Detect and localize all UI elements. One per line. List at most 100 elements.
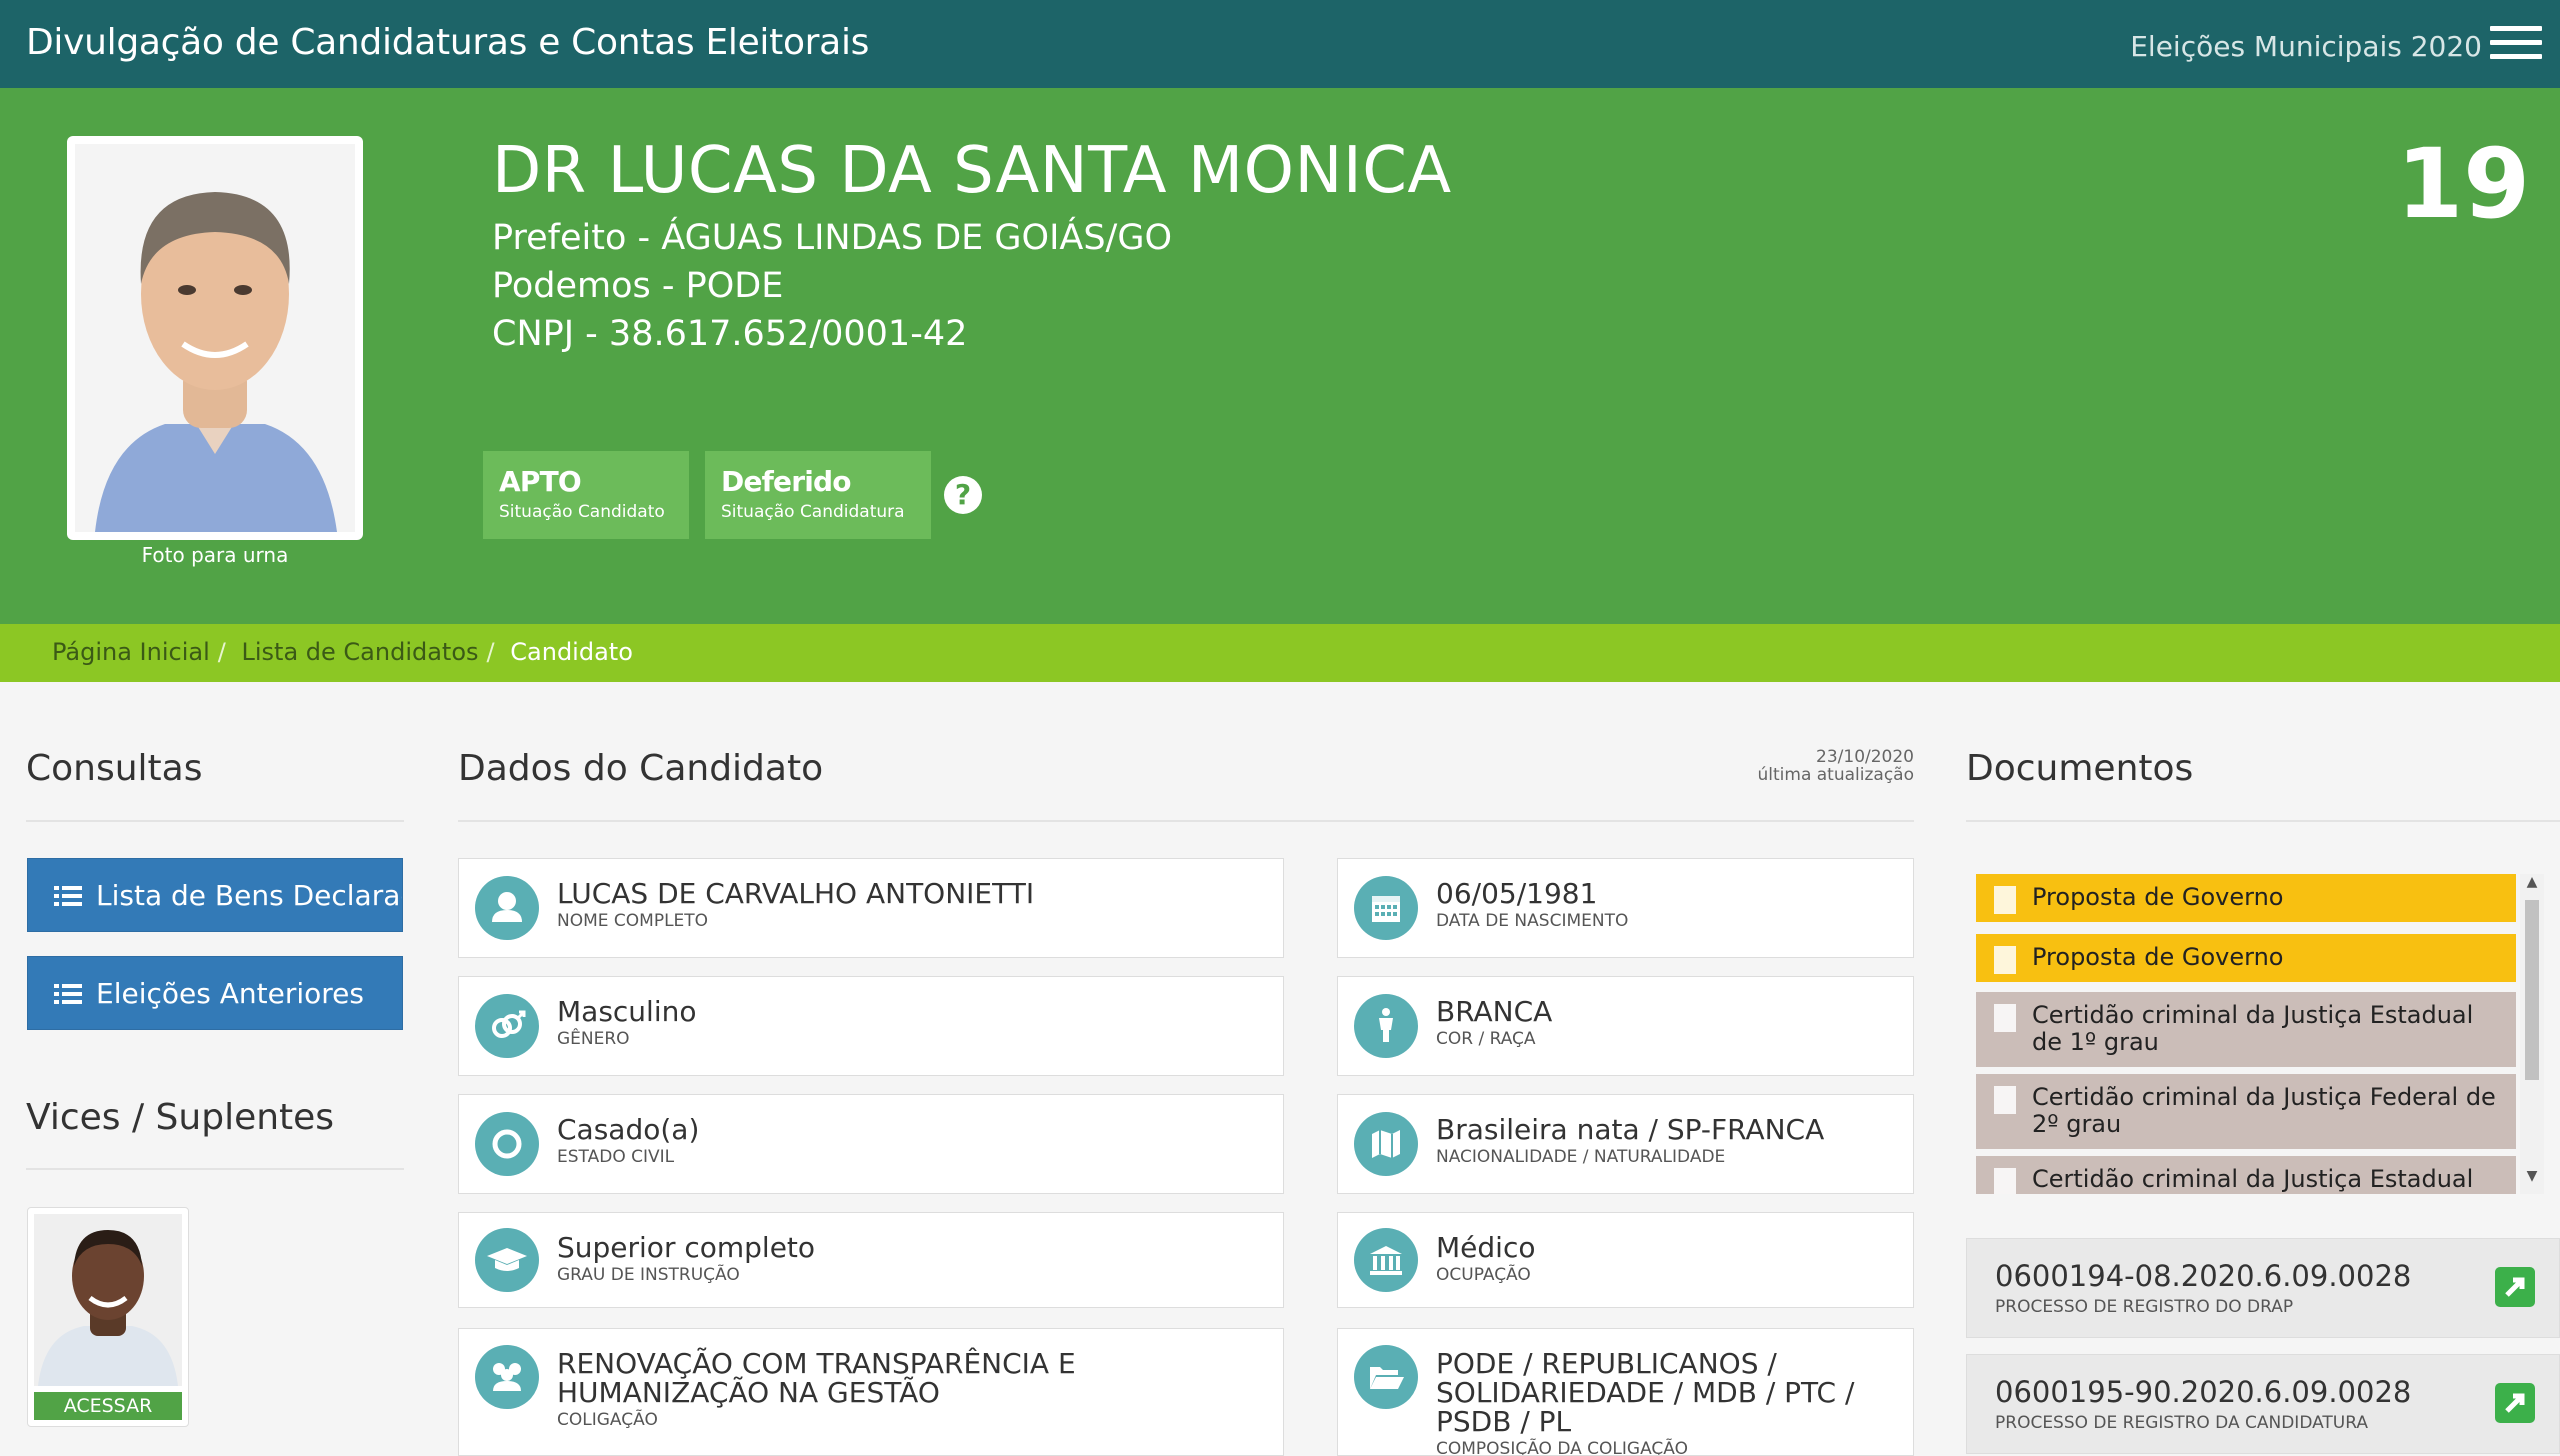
candidate-party: Podemos - PODE <box>492 266 784 306</box>
field-marital-status: Casado(a) ESTADO CIVIL <box>458 1094 1284 1194</box>
file-icon <box>1994 1004 2016 1032</box>
field-value: LUCAS DE CARVALHO ANTONIETTI <box>557 877 1035 910</box>
hamburger-menu-icon[interactable] <box>2490 26 2542 60</box>
status-label: Situação Candidatura <box>721 502 905 522</box>
list-icon <box>54 984 82 1004</box>
help-icon[interactable]: ? <box>944 476 982 514</box>
vice-candidate-card[interactable]: ACESSAR <box>27 1207 189 1427</box>
button-label: Eleições Anteriores <box>96 977 364 1010</box>
field-education: Superior completo GRAU DE INSTRUÇÃO <box>458 1212 1284 1308</box>
person-icon <box>1354 994 1418 1058</box>
gender-icon <box>475 994 539 1058</box>
candidate-name: DR LUCAS DA SANTA MONICA <box>492 134 1452 208</box>
field-nationality: Brasileira nata / SP-FRANCA NACIONALIDADE… <box>1337 1094 1914 1194</box>
document-title: Proposta de Governo <box>2032 883 2284 911</box>
document-title: Certidão criminal da Justiça Estadual de… <box>2032 1001 2474 1056</box>
field-coalition: RENOVAÇÃO COM TRANSPARÊNCIA E HUMANIZAÇÃ… <box>458 1328 1284 1456</box>
field-value: PODE / REPUBLICANOS / SOLIDARIEDADE / MD… <box>1436 1347 1855 1438</box>
previous-elections-button[interactable]: Eleições Anteriores <box>27 956 403 1030</box>
field-label: NACIONALIDADE / NATURALIDADE <box>1436 1147 1726 1167</box>
group-icon <box>475 1345 539 1409</box>
breadcrumb-home[interactable]: Página Inicial <box>52 638 210 666</box>
file-icon <box>1994 886 2016 914</box>
section-title-dados: Dados do Candidato <box>458 748 824 789</box>
section-title-consultas: Consultas <box>26 748 203 789</box>
field-label: ESTADO CIVIL <box>557 1147 675 1167</box>
field-label: NOME COMPLETO <box>557 911 709 931</box>
map-icon <box>1354 1112 1418 1176</box>
process-label: PROCESSO DE REGISTRO DO DRAP <box>1995 1297 2294 1317</box>
document-item[interactable]: Certidão criminal da Justiça Federal de … <box>1976 1074 2516 1149</box>
vice-access-button[interactable]: ACESSAR <box>34 1392 182 1420</box>
status-label: Situação Candidato <box>499 502 665 522</box>
field-value: Casado(a) <box>557 1113 700 1146</box>
scrollbar-thumb[interactable] <box>2525 900 2539 1080</box>
field-label: COR / RAÇA <box>1436 1029 1536 1049</box>
status-badge-candidacy: Deferido Situação Candidatura <box>705 451 931 539</box>
external-link-icon[interactable] <box>2495 1267 2535 1307</box>
process-drap[interactable]: 0600194-08.2020.6.09.0028 PROCESSO DE RE… <box>1966 1238 2560 1338</box>
field-label: OCUPAÇÃO <box>1436 1265 1531 1285</box>
institution-icon <box>1354 1228 1418 1292</box>
field-value: BRANCA <box>1436 995 1553 1028</box>
process-candidacy[interactable]: 0600195-90.2020.6.09.0028 PROCESSO DE RE… <box>1966 1354 2560 1454</box>
scroll-up-icon[interactable]: ▲ <box>2523 874 2541 890</box>
field-label: COLIGAÇÃO <box>557 1410 658 1430</box>
document-title: Certidão criminal da Justiça Estadual de… <box>2032 1165 2474 1195</box>
section-title-vices: Vices / Suplentes <box>26 1097 335 1138</box>
document-item[interactable]: Proposta de Governo <box>1976 874 2516 922</box>
document-title: Proposta de Governo <box>2032 943 2284 971</box>
site-title[interactable]: Divulgação de Candidaturas e Contas Elei… <box>26 22 869 63</box>
declared-assets-button[interactable]: Lista de Bens Declarados <box>27 858 403 932</box>
ring-icon <box>475 1112 539 1176</box>
document-item[interactable]: Certidão criminal da Justiça Estadual de… <box>1976 992 2516 1067</box>
calendar-icon <box>1354 876 1418 940</box>
document-item[interactable]: Proposta de Governo <box>1976 934 2516 982</box>
field-label: GRAU DE INSTRUÇÃO <box>557 1265 740 1285</box>
button-label: Lista de Bens Declarados <box>96 879 402 912</box>
election-label: Eleições Municipais 2020 <box>2130 30 2482 63</box>
status-value: APTO <box>499 465 582 498</box>
graduation-cap-icon <box>475 1228 539 1292</box>
scroll-down-icon[interactable]: ▼ <box>2523 1168 2541 1184</box>
file-icon <box>1994 946 2016 974</box>
field-occupation: Médico OCUPAÇÃO <box>1337 1212 1914 1308</box>
candidate-photo <box>67 136 363 540</box>
document-item[interactable]: Certidão criminal da Justiça Estadual de… <box>1976 1156 2516 1194</box>
last-update-label: última atualização <box>1757 765 1915 785</box>
field-full-name: LUCAS DE CARVALHO ANTONIETTI NOME COMPLET… <box>458 858 1284 958</box>
field-birth-date: 06/05/1981 DATA DE NASCIMENTO <box>1337 858 1914 958</box>
field-coalition-composition: PODE / REPUBLICANOS / SOLIDARIEDADE / MD… <box>1337 1328 1914 1456</box>
breadcrumb-current: Candidato <box>510 638 633 666</box>
field-gender: Masculino GÊNERO <box>458 976 1284 1076</box>
user-icon <box>475 876 539 940</box>
field-value: Brasileira nata / SP-FRANCA <box>1436 1113 1825 1146</box>
candidate-cnpj: CNPJ - 38.617.652/0001-42 <box>492 314 968 354</box>
folder-open-icon <box>1354 1345 1418 1409</box>
field-value: Superior completo <box>557 1231 816 1264</box>
external-link-icon[interactable] <box>2495 1383 2535 1423</box>
candidate-number: 19 <box>2396 128 2530 240</box>
last-update-date: 23/10/2020 <box>1816 747 1914 767</box>
process-label: PROCESSO DE REGISTRO DA CANDIDATURA <box>1995 1413 2368 1433</box>
breadcrumb-candidate-list[interactable]: Lista de Candidatos <box>241 638 478 666</box>
section-title-documentos: Documentos <box>1966 748 2194 789</box>
candidate-office: Prefeito - ÁGUAS LINDAS DE GOIÁS/GO <box>492 218 1173 258</box>
documents-list[interactable]: Proposta de Governo Proposta de Governo … <box>1976 874 2516 1194</box>
status-value: Deferido <box>721 465 852 498</box>
field-value: Médico <box>1436 1231 1536 1264</box>
list-icon <box>54 886 82 906</box>
top-bar: Divulgação de Candidaturas e Contas Elei… <box>0 0 2560 88</box>
field-label: GÊNERO <box>557 1029 630 1049</box>
field-value: 06/05/1981 <box>1436 877 1598 910</box>
breadcrumb: Página Inicial / Lista de Candidatos / Can… <box>0 624 2560 682</box>
process-number: 0600195-90.2020.6.09.0028 <box>1995 1375 2412 1409</box>
field-race: BRANCA COR / RAÇA <box>1337 976 1914 1076</box>
vice-photo <box>34 1214 182 1386</box>
field-label: COMPOSIÇÃO DA COLIGAÇÃO <box>1436 1439 1688 1456</box>
divider <box>1966 820 2560 822</box>
divider <box>458 820 1914 822</box>
file-icon <box>1994 1168 2016 1194</box>
status-badge-candidate: APTO Situação Candidato <box>483 451 689 539</box>
file-icon <box>1994 1086 2016 1114</box>
